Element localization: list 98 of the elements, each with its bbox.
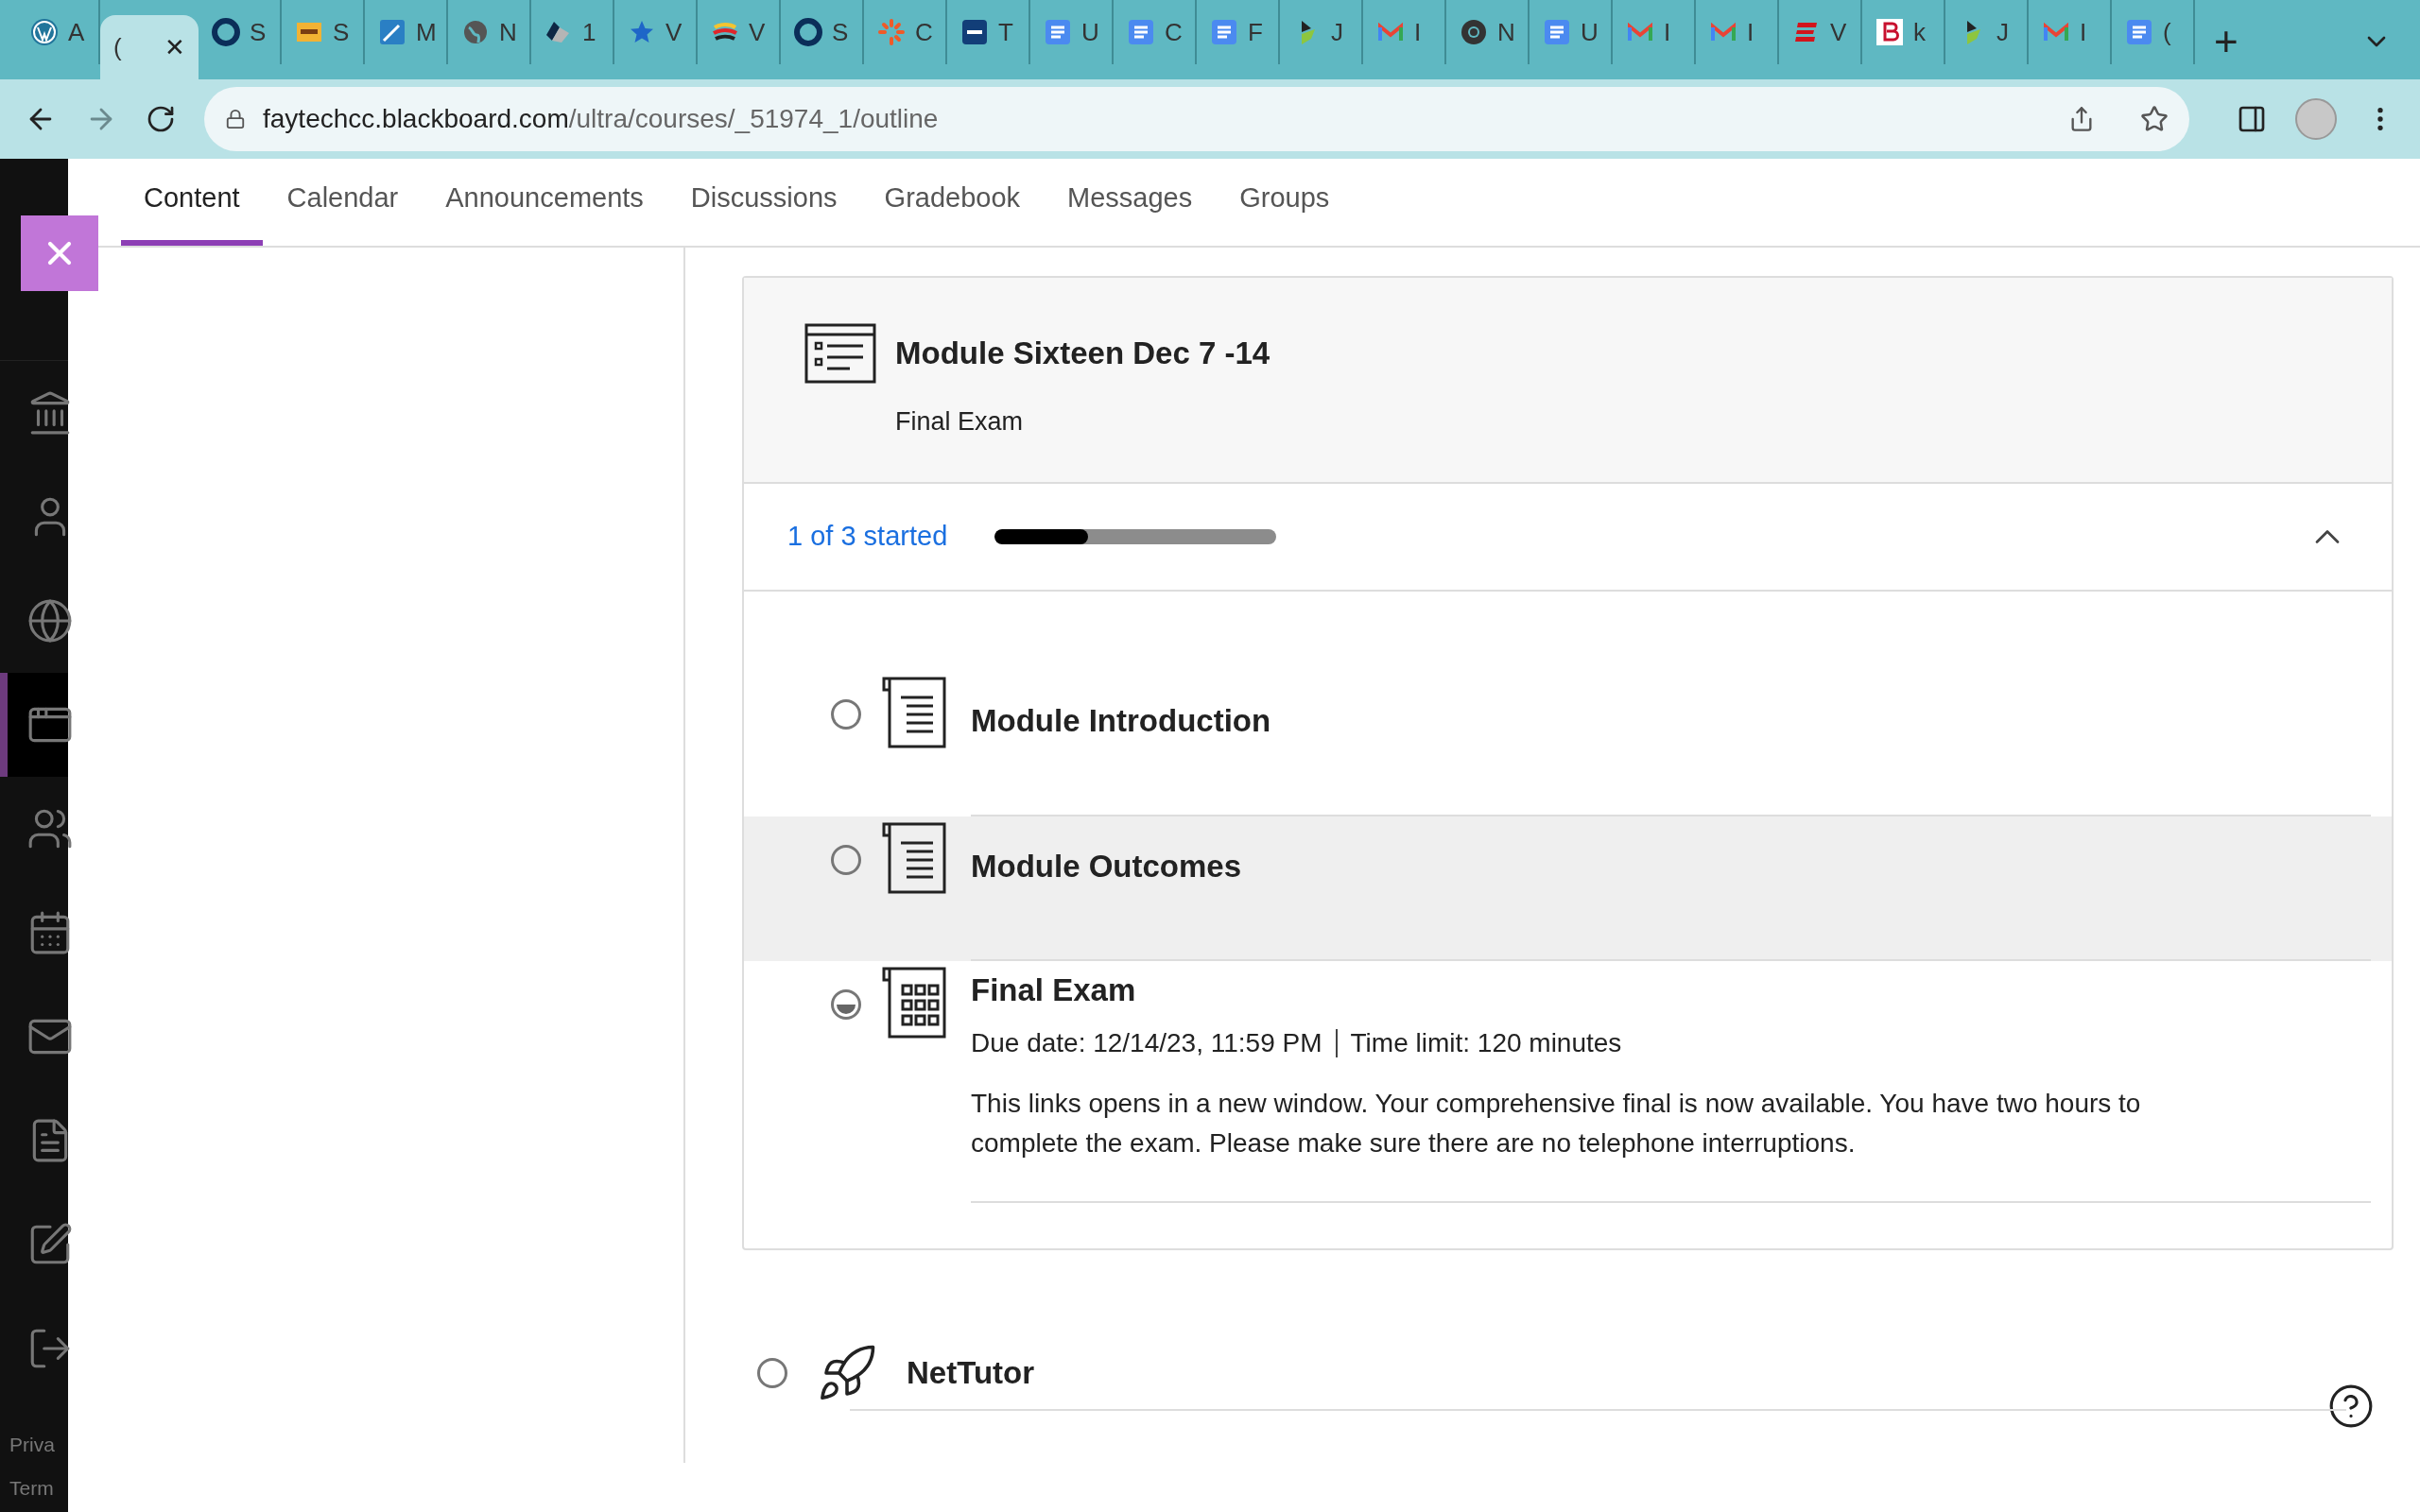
tab-title: T bbox=[998, 16, 1013, 48]
tab-title: C bbox=[1165, 16, 1183, 48]
progress-text[interactable]: 1 of 3 started bbox=[787, 516, 948, 558]
tab-title: I bbox=[1664, 16, 1671, 48]
progress-radio[interactable] bbox=[757, 1357, 787, 1388]
footer-link[interactable]: Priva bbox=[9, 1430, 68, 1460]
browser-tab[interactable]: N bbox=[448, 0, 531, 64]
module-title: Module Sixteen Dec 7 -14 bbox=[895, 335, 1270, 373]
due-date: Due date: 12/14/23, 11:59 PM bbox=[971, 1026, 1322, 1059]
tab-title: I bbox=[1414, 16, 1422, 48]
tab-title: S bbox=[832, 16, 849, 48]
browser-tab[interactable]: U bbox=[1530, 0, 1613, 64]
progress-radio[interactable] bbox=[831, 844, 861, 875]
course-tab[interactable]: Content bbox=[121, 157, 263, 246]
tab-title: F bbox=[1248, 16, 1263, 48]
browser-tab[interactable]: ( ✕ bbox=[100, 15, 199, 79]
tab-title: S bbox=[250, 16, 267, 48]
tab-title: V bbox=[1830, 16, 1847, 48]
tab-title: N bbox=[499, 16, 517, 48]
tab-title: I bbox=[2080, 16, 2087, 48]
globe-icon bbox=[461, 18, 490, 46]
browser-tab[interactable]: J bbox=[1280, 0, 1363, 64]
close-button[interactable] bbox=[21, 215, 98, 291]
course-tab[interactable]: Discussions bbox=[667, 157, 860, 246]
document-logo-icon bbox=[1127, 18, 1155, 46]
module-subtitle: Final Exam bbox=[895, 406, 1025, 438]
browser-tab[interactable]: J bbox=[1945, 0, 2029, 64]
tab-title: C bbox=[915, 16, 933, 48]
tab-title: V bbox=[749, 16, 766, 48]
browser-tab[interactable]: T bbox=[947, 0, 1030, 64]
footer-link[interactable]: Term bbox=[9, 1472, 68, 1503]
ring-logo-icon bbox=[794, 18, 822, 46]
item-title[interactable]: Final Exam bbox=[971, 967, 2371, 1014]
tab-title: N bbox=[1497, 16, 1515, 48]
browser-tab[interactable]: V bbox=[1779, 0, 1862, 64]
time-limit: Time limit: 120 minutes bbox=[1350, 1026, 1622, 1059]
globe-icon bbox=[26, 597, 74, 644]
tab-title: V bbox=[666, 16, 683, 48]
ring-logo-icon bbox=[212, 18, 240, 46]
tab-close[interactable]: ✕ bbox=[164, 28, 185, 66]
new-tab-button[interactable]: + bbox=[2214, 21, 2238, 62]
tab-title: A bbox=[68, 16, 85, 48]
course-tab[interactable]: Messages bbox=[1045, 157, 1216, 246]
browser-tab[interactable]: I bbox=[1613, 0, 1696, 64]
tab-title: J bbox=[1331, 16, 1343, 48]
browser-tab[interactable]: 1 bbox=[531, 0, 614, 64]
lock-icon bbox=[225, 109, 246, 129]
browser-tab[interactable]: C bbox=[864, 0, 947, 64]
course-tab[interactable]: Announcements bbox=[423, 157, 666, 246]
browser-tab[interactable]: F bbox=[1197, 0, 1280, 64]
browser-tab[interactable]: ( bbox=[2112, 0, 2195, 64]
browser-tab[interactable]: S bbox=[282, 0, 365, 64]
item-title[interactable]: Module Outcomes bbox=[971, 842, 2371, 889]
document-logo-icon bbox=[1210, 18, 1238, 46]
item-title[interactable]: NetTutor bbox=[907, 1349, 1035, 1397]
browser-tab[interactable]: S bbox=[199, 0, 282, 64]
reload-icon[interactable] bbox=[146, 104, 176, 134]
browser-tab[interactable]: I bbox=[2029, 0, 2112, 64]
bookmark-star-icon[interactable] bbox=[2140, 105, 2169, 133]
tab-title: J bbox=[1996, 16, 2009, 48]
progress-radio[interactable] bbox=[831, 699, 861, 730]
tab-title: M bbox=[416, 16, 437, 48]
browser-tab[interactable]: I bbox=[1363, 0, 1446, 64]
browser-tab[interactable]: A bbox=[17, 0, 100, 64]
item-description: This links opens in a new window. Your comprehensive final is now available. You have two hours to complete the exam. Please make sure there are no telephone interruptions. bbox=[971, 1087, 2142, 1160]
letter-logo-icon bbox=[1876, 18, 1904, 46]
browser-tab[interactable]: M bbox=[365, 0, 448, 64]
document-logo-icon bbox=[1044, 18, 1072, 46]
course-tab[interactable]: Gradebook bbox=[861, 157, 1044, 246]
address-bar[interactable]: faytechcc.blackboard.com/ultra/courses/_51974_1/outline bbox=[204, 87, 2189, 151]
tab-title: I bbox=[1747, 16, 1754, 48]
document-logo-icon bbox=[1543, 18, 1571, 46]
module-outline-icon bbox=[804, 323, 876, 384]
course-tab[interactable]: Groups bbox=[1217, 157, 1353, 246]
document-logo-icon bbox=[2125, 18, 2153, 46]
browser-tab[interactable]: I bbox=[1696, 0, 1779, 64]
side-panel-icon[interactable] bbox=[2237, 104, 2267, 134]
browser-tab[interactable]: k bbox=[1862, 0, 1945, 64]
url-text: faytechcc.blackboard.com/ultra/courses/_51974_1/outline bbox=[263, 103, 939, 135]
tab-title: 1 bbox=[582, 16, 596, 48]
tab-title: S bbox=[333, 16, 350, 48]
square-logo-icon bbox=[960, 18, 989, 46]
browser-tab[interactable]: V bbox=[614, 0, 698, 64]
course-tab[interactable]: Calendar bbox=[264, 157, 422, 246]
browser-tab[interactable]: U bbox=[1030, 0, 1114, 64]
item-title[interactable]: Module Introduction bbox=[971, 697, 2371, 745]
burst-logo-icon bbox=[877, 18, 906, 46]
content-item[interactable]: Module Outcomes bbox=[744, 816, 2392, 961]
browser-tab[interactable]: V bbox=[698, 0, 781, 64]
progress-radio[interactable] bbox=[831, 989, 861, 1020]
tab-title: U bbox=[1081, 16, 1099, 48]
browser-tab[interactable]: C bbox=[1114, 0, 1197, 64]
browser-tab[interactable]: S bbox=[781, 0, 864, 64]
browser-tab[interactable]: N bbox=[1446, 0, 1530, 64]
tab-title: U bbox=[1581, 16, 1599, 48]
tab-title: ( bbox=[113, 31, 122, 63]
tab-title: k bbox=[1913, 16, 1926, 48]
tab-title: ( bbox=[2163, 16, 2171, 48]
